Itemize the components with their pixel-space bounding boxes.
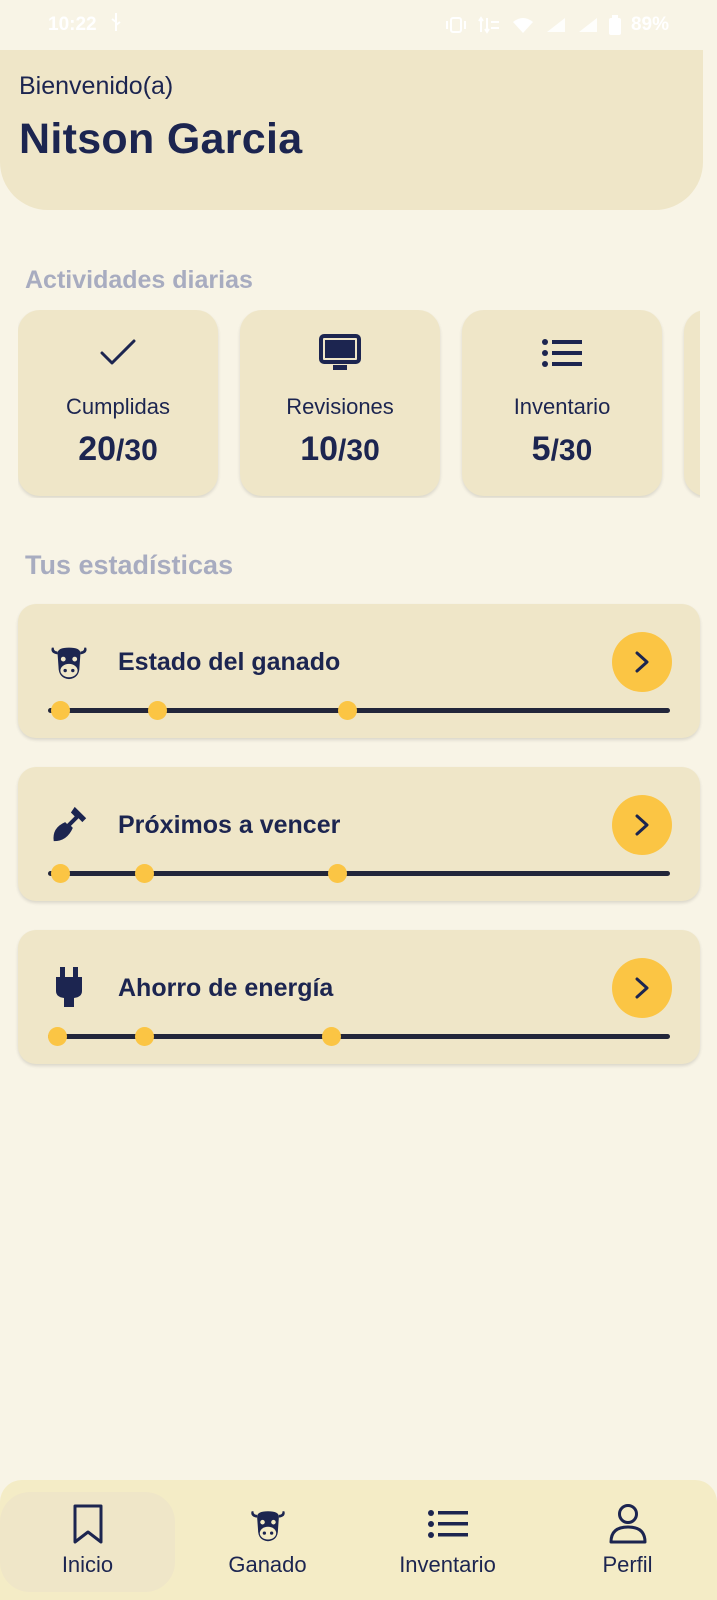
- stat-label: Próximos a vencer: [118, 811, 341, 839]
- shovel-icon: [48, 801, 90, 847]
- list-icon: [427, 1500, 468, 1548]
- nav-label: Inicio: [61, 1552, 114, 1577]
- plug-icon: [48, 964, 90, 1010]
- stat-card-energia: Ahorro de energía: [18, 930, 700, 1064]
- stat-open-button[interactable]: [612, 632, 672, 692]
- welcome-header: Bienvenido(a) Nitson Garcia: [0, 50, 703, 210]
- nav-label: Ganado: [228, 1552, 307, 1577]
- status-time: 10:22: [48, 14, 97, 35]
- list-icon: [542, 332, 582, 374]
- signal-icon: [577, 16, 599, 34]
- nav-item-ganado[interactable]: Ganado: [180, 1480, 355, 1600]
- usb-icon: [111, 13, 121, 37]
- battery-level: 89%: [630, 14, 669, 35]
- wifi-icon: [511, 16, 535, 34]
- vibrate-icon: [445, 16, 467, 34]
- activity-label: Cumplidas: [66, 394, 170, 419]
- cow-icon: [48, 638, 90, 684]
- stat-open-button[interactable]: [612, 958, 672, 1018]
- activity-value: 20/30: [78, 430, 158, 468]
- stat-open-button[interactable]: [612, 795, 672, 855]
- nav-item-inicio[interactable]: Inicio: [0, 1480, 175, 1600]
- cow-icon: [247, 1500, 289, 1548]
- activity-label: Revisiones: [286, 394, 394, 419]
- stats-title: Tus estadísticas: [25, 550, 234, 580]
- person-icon: [608, 1500, 648, 1548]
- stat-marker-dot: [135, 864, 155, 883]
- chevron-right-icon: [635, 814, 649, 836]
- stat-card-ganado: Estado del ganado: [18, 604, 700, 738]
- activities-carousel[interactable]: Cumplidas 20/30 Revisiones 10/30 Inventa…: [18, 310, 700, 498]
- nav-item-perfil[interactable]: Perfil: [540, 1480, 715, 1600]
- signal-icon: [545, 16, 567, 34]
- chevron-right-icon: [635, 977, 649, 999]
- user-name: Nitson Garcia: [19, 115, 303, 163]
- stat-marker-dot: [51, 701, 71, 720]
- bookmark-icon: [72, 1500, 104, 1548]
- monitor-icon: [319, 332, 361, 374]
- bottom-nav: Inicio Ganado Inventario Perfil: [0, 1480, 717, 1600]
- welcome-text: Bienvenido(a): [19, 72, 174, 100]
- activities-title: Actividades diarias: [25, 266, 253, 294]
- activity-card-inventario[interactable]: Inventario 5/30: [462, 310, 662, 496]
- activity-label: Inventario: [513, 394, 611, 419]
- data-icon: [477, 16, 501, 34]
- activity-card-revisiones[interactable]: Revisiones 10/30: [240, 310, 440, 496]
- stat-marker-dot: [135, 1027, 155, 1046]
- stat-marker-dot: [48, 1027, 68, 1046]
- nav-label: Perfil: [602, 1552, 653, 1577]
- check-icon: [99, 332, 137, 374]
- nav-item-inventario[interactable]: Inventario: [360, 1480, 535, 1600]
- stat-progress-track: [48, 1027, 670, 1046]
- stat-label: Estado del ganado: [118, 648, 341, 676]
- status-bar: 10:22 89%: [0, 0, 717, 50]
- activity-value: 10/30: [300, 430, 380, 468]
- activity-card-more[interactable]: [684, 310, 700, 496]
- stat-marker-dot: [337, 701, 357, 720]
- stat-progress-track: [48, 701, 670, 720]
- chevron-right-icon: [635, 651, 649, 673]
- stat-card-vencer: Próximos a vencer: [18, 767, 700, 901]
- stat-marker-dot: [147, 701, 167, 720]
- stat-marker-dot: [322, 1027, 341, 1046]
- stat-marker-dot: [51, 864, 71, 883]
- stat-progress-track: [48, 864, 670, 883]
- activity-value: 5/30: [531, 430, 593, 468]
- battery-icon: [608, 15, 621, 35]
- stat-label: Ahorro de energía: [118, 974, 334, 1002]
- activity-card-cumplidas[interactable]: Cumplidas 20/30: [18, 310, 218, 496]
- stat-marker-dot: [328, 864, 348, 883]
- nav-label: Inventario: [399, 1552, 496, 1577]
